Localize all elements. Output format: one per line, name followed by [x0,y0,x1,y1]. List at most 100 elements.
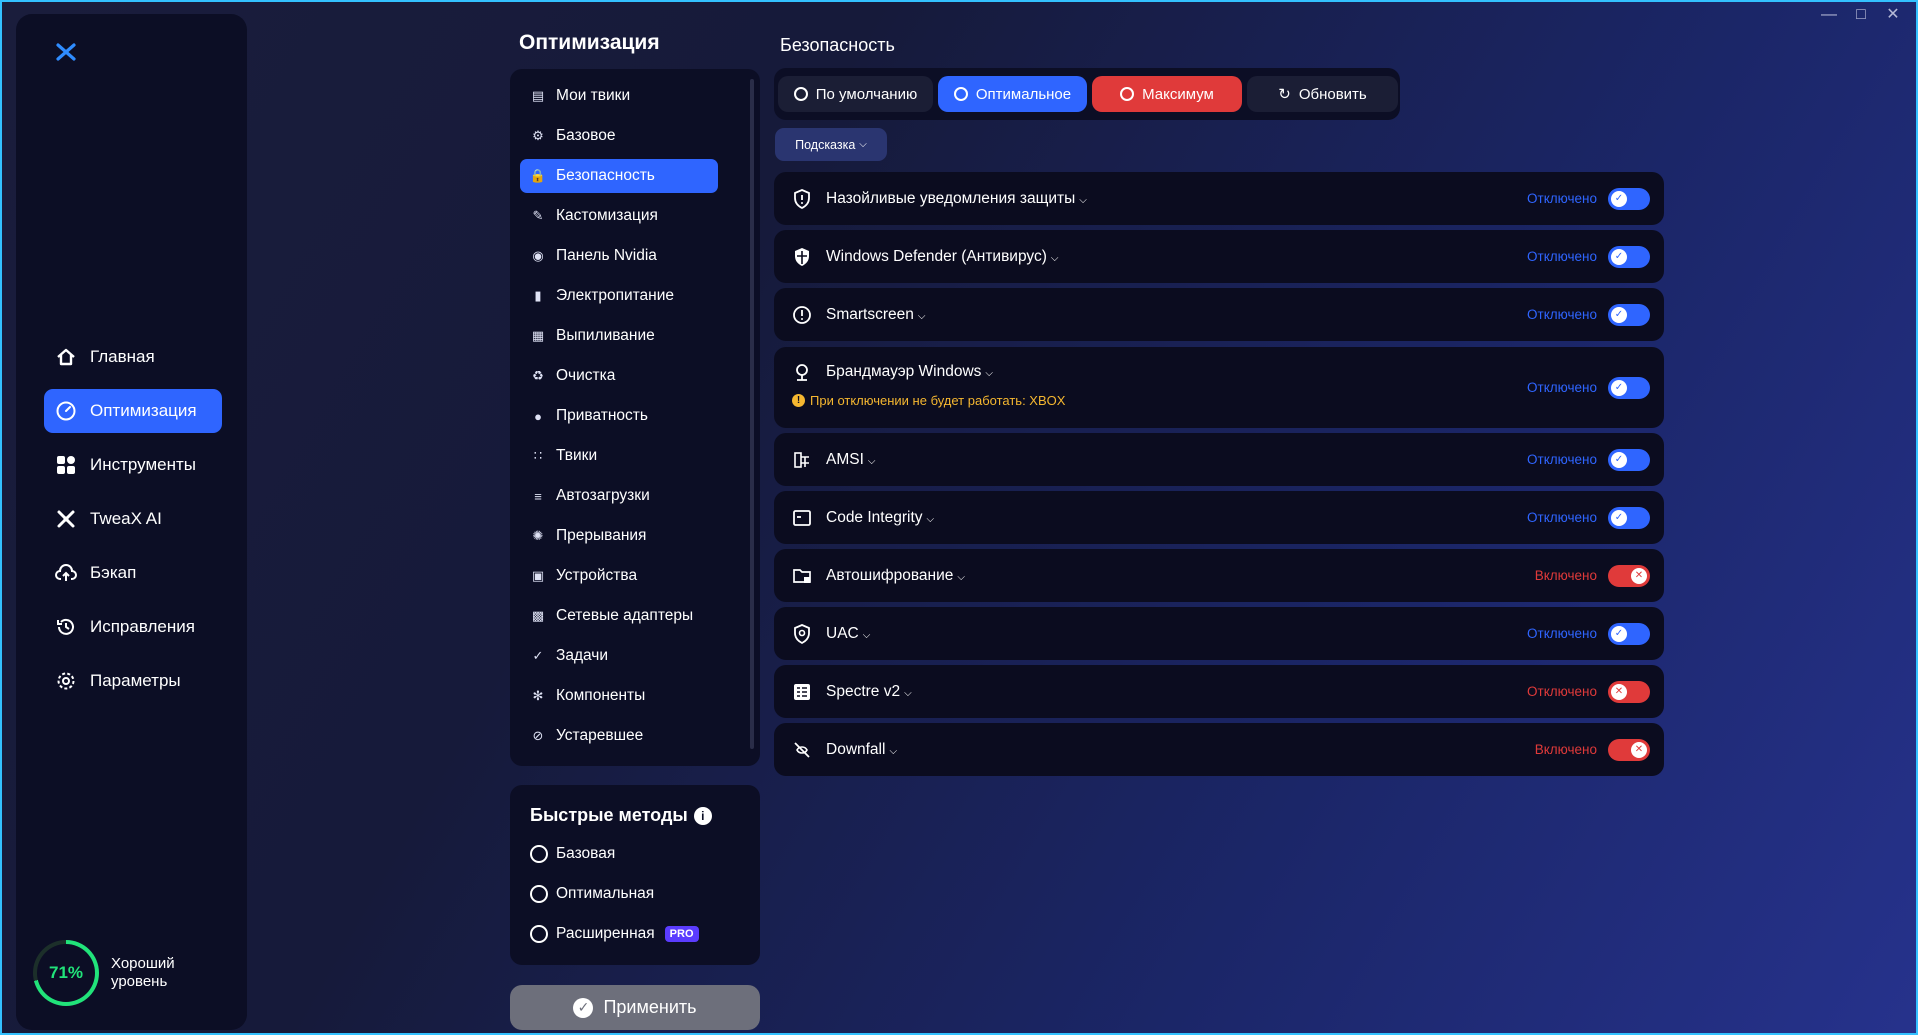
preset-optimal-button[interactable]: Оптимальное [938,76,1087,112]
preset-refresh-button[interactable]: ↻ Обновить [1247,76,1398,112]
category-security[interactable]: 🔒 Безопасность [520,159,718,193]
apply-button[interactable]: ✓ Применить [510,985,760,1030]
tweak-name[interactable]: Windows Defender (Антивирус) ⌵ [826,248,1059,266]
tweak-name[interactable]: Downfall ⌵ [826,741,897,759]
tweak-name-text: Windows Defender (Антивирус) [826,247,1047,265]
gauge-icon [953,87,968,101]
close-icon[interactable]: ✕ [1884,7,1902,23]
amsi-icon [792,450,812,470]
tweak-row: AMSI ⌵ Отключено ✓ [774,433,1664,486]
chevron-down-icon: ⌵ [957,571,965,583]
tweak-name[interactable]: Брандмауэр Windows ⌵ [826,363,993,381]
tweak-name[interactable]: Назойливые уведомления защиты ⌵ [826,190,1087,208]
window-controls: — □ ✕ [1820,2,1902,28]
quick-method-optimal[interactable]: Оптимальная [530,874,760,914]
category-basic[interactable]: ⚙ Базовое [520,119,718,153]
tweak-name[interactable]: UAC ⌵ [826,625,870,643]
speedometer-icon [54,399,78,423]
category-label: Сетевые адаптеры [556,607,694,624]
tweak-status: Включено [1534,567,1597,583]
category-label: Очистка [556,367,616,384]
category-autostart[interactable]: ≡ Автозагрузки [520,479,718,513]
tweak-toggle[interactable]: ✓ [1608,622,1650,645]
preset-label: Оптимальное [975,85,1072,103]
nav-label: Инструменты [90,455,197,474]
nav-item-home[interactable]: Главная [44,335,222,379]
main-sidebar: Главная Оптимизация Инструменты TweaX AI… [16,14,247,1030]
category-tasks[interactable]: ✓ Задачи [520,639,718,673]
category-interrupts[interactable]: ✺ Прерывания [520,519,718,553]
gauge-mid-icon [530,885,548,903]
tweak-toggle[interactable]: ✓ [1608,245,1650,268]
apply-label: Применить [603,997,697,1017]
category-deprecated[interactable]: ⊘ Устаревшее [520,719,718,753]
quick-method-advanced[interactable]: Расширенная PRO [530,914,760,954]
category-label: Устаревшее [556,727,644,744]
tweak-name[interactable]: Автошифрование ⌵ [826,567,965,585]
tweak-toggle[interactable]: ✓ [1608,448,1650,471]
scrollbar[interactable] [750,79,754,749]
check-icon: ✓ [1611,190,1627,207]
my-tweaks-icon: ▤ [531,88,545,103]
preset-default-button[interactable]: По умолчанию [778,76,933,112]
tweak-toggle[interactable]: ✓ [1608,303,1650,326]
category-components[interactable]: ✻ Компоненты [520,679,718,713]
check-icon: ✓ [1611,248,1627,265]
hint-dropdown[interactable]: Подсказка ⌵ [775,128,887,161]
tweak-toggle[interactable]: ✓ [1608,376,1650,399]
tweak-toggle[interactable]: ✓ [1608,187,1650,210]
folder-lock-icon [792,566,812,586]
category-label: Кастомизация [556,207,658,224]
category-label: Прерывания [556,527,647,544]
nav-label: TweaX AI [90,509,162,528]
tweak-toggle[interactable]: ✕ [1608,738,1650,761]
x-icon: ✕ [1611,683,1627,700]
minimize-icon[interactable]: — [1820,7,1838,23]
chevron-down-icon: ⌵ [985,368,994,379]
chevron-down-icon: ⌵ [1050,252,1059,264]
tweak-name-text: Назойливые уведомления защиты [826,189,1076,207]
tweak-toggle[interactable]: ✕ [1608,680,1650,703]
category-network[interactable]: ▩ Сетевые адаптеры [520,599,718,633]
warning-icon: ! [792,394,805,407]
nav-label: Исправления [90,617,195,636]
brush-icon: ✎ [532,208,544,223]
check-icon: ✓ [1611,306,1627,323]
category-tweaks[interactable]: ∷ Твики [520,439,718,473]
nav-item-backup[interactable]: Бэкап [44,551,222,595]
tweak-name-text: Автошифрование [826,566,954,584]
category-cleanup[interactable]: ♻ Очистка [520,359,718,393]
category-my-tweaks[interactable]: ▤ Мои твики [520,79,718,113]
category-customization[interactable]: ✎ Кастомизация [520,199,718,233]
nav-item-tools[interactable]: Инструменты [44,443,222,487]
maximize-icon[interactable]: □ [1852,7,1870,23]
info-icon[interactable]: i [693,806,712,825]
category-label: Безопасность [556,167,655,184]
nav-item-settings[interactable]: Параметры [44,659,222,703]
nav-label: Главная [90,347,155,366]
uac-shield-icon [792,623,812,644]
tweak-name[interactable]: Code Integrity ⌵ [826,509,934,527]
tweak-name[interactable]: Spectre v2 ⌵ [826,683,912,701]
category-debloat[interactable]: ▦ Выпиливание [520,319,718,353]
tweak-name[interactable]: AMSI ⌵ [826,451,876,469]
tweak-toggle[interactable]: ✕ [1608,564,1650,587]
quick-method-basic[interactable]: Базовая [530,834,760,874]
category-privacy[interactable]: ● Приватность [520,399,718,433]
tweax-logo[interactable] [52,38,80,66]
nav-item-tweax-ai[interactable]: TweaX AI [44,497,222,541]
nav-item-fixes[interactable]: Исправления [44,605,222,649]
preset-max-button[interactable]: Максимум [1092,76,1242,112]
category-devices[interactable]: ▣ Устройства [520,559,718,593]
tweak-name[interactable]: Smartscreen ⌵ [826,306,925,324]
quick-method-label: Базовая [556,845,616,862]
chevron-down-icon: ⌵ [862,629,871,641]
defender-shield-icon [792,247,812,267]
tweak-toggle[interactable]: ✓ [1608,506,1650,529]
category-nvidia[interactable]: ◉ Панель Nvidia [520,239,718,273]
category-power[interactable]: ▮ Электропитание [520,279,718,313]
tweak-row: Брандмауэр Windows ⌵ ! При отключении не б… [774,347,1664,428]
nav-item-optimization[interactable]: Оптимизация [44,389,222,433]
category-label: Мои твики [556,87,631,104]
category-label: Приватность [556,407,648,424]
